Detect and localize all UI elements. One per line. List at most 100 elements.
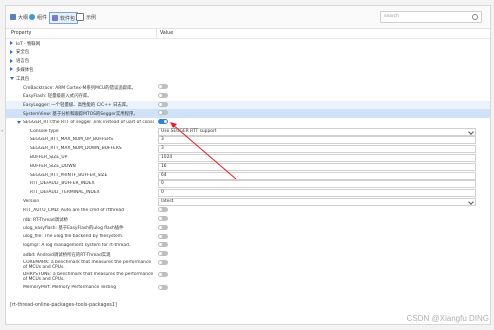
property-label: COREMARK: a benchmark that measures the … [23, 259, 152, 270]
property-row[interactable]: RTT_AUTO_CMD: Auto are the cmd of rtthre… [6, 206, 490, 214]
tab-label: 软件包 [60, 15, 76, 22]
value-input[interactable]: 0 [158, 180, 476, 189]
property-row[interactable]: Console type Use SEGGER RTT support [6, 127, 490, 136]
enable-toggle[interactable] [158, 119, 168, 125]
enable-toggle[interactable] [158, 233, 168, 239]
property-row[interactable]: SEGGER_RTT:the RTT of segger ,link inste… [6, 118, 490, 126]
tab-component[interactable]: 组件 [29, 12, 47, 22]
value-input[interactable]: 3 [158, 145, 476, 154]
property-label: 语言包 [16, 59, 30, 65]
value-text: Use SEGGER RTT support [161, 128, 217, 134]
value-text: 0 [161, 181, 164, 187]
property-label: RTT_AUTO_CMD: Auto are the cmd of rtthre… [23, 207, 124, 213]
property-row[interactable]: EasyFlash: 轻量级嵌入式闪存库。 [6, 92, 490, 100]
property-row[interactable]: RTT_DEFAULT_BUFFER_INDEX 0 [6, 180, 490, 189]
property-label: 工具包 [16, 76, 30, 82]
property-row[interactable]: SystemView: 基于分析和跟踪MTOS的Segger实用程序。 [6, 109, 490, 118]
property-row[interactable]: 语言包 [6, 57, 490, 65]
value-text: 1024 [161, 154, 173, 160]
enable-toggle[interactable] [158, 260, 168, 265]
enable-toggle[interactable] [158, 207, 168, 213]
property-row[interactable]: DHRYSTONE: a benchmark that measures the… [6, 271, 490, 283]
value-column-header: Value [160, 31, 174, 36]
property-label: logmgr: A log management system for rt-t… [23, 242, 131, 248]
property-label: RTT_DEFAULT_TERMINAL_INDEX [30, 190, 100, 196]
enable-toggle[interactable] [158, 216, 168, 221]
enable-toggle[interactable] [158, 251, 168, 257]
property-row[interactable]: RTT_DEFAULT_TERMINAL_INDEX 0 [6, 189, 490, 198]
tab-outline[interactable]: 大纲 [10, 12, 28, 22]
tab-label: 示例 [86, 14, 97, 21]
example-icon [76, 13, 84, 21]
expand-right-icon[interactable] [10, 41, 13, 45]
property-row[interactable]: SEGGER_RTT_MAX_NUM_DOWN_BUFFERS 3 [6, 145, 490, 154]
value-input[interactable]: 64 [158, 171, 476, 180]
property-label: SystemView: 基于分析和跟踪MTOS的Segger实用程序。 [23, 111, 138, 117]
property-label: SEGGER_RTT_PRINTF_BUFFER_SIZE [30, 172, 108, 178]
property-label: SEGGER_RTT_MAX_NUM_UP_BUFFERS [30, 137, 114, 143]
property-row[interactable]: logmgr: A log management system for rt-t… [6, 241, 490, 249]
value-input[interactable]: 1024 [158, 153, 476, 162]
property-label: Version [23, 198, 40, 204]
enable-toggle[interactable] [158, 101, 168, 107]
collapse-splitter-icon[interactable]: « [1, 128, 3, 133]
property-label: 安全包 [16, 50, 30, 56]
value-select[interactable]: latest [158, 197, 476, 206]
property-row[interactable]: SEGGER_RTT_MAX_NUM_UP_BUFFERS 3 [6, 136, 490, 145]
value-input[interactable]: 3 [158, 136, 476, 145]
property-row[interactable]: SEGGER_RTT_PRINTF_BUFFER_SIZE 64 [6, 171, 490, 180]
property-label: 多媒体包 [16, 67, 34, 73]
expand-right-icon[interactable] [10, 49, 13, 54]
enable-toggle[interactable] [158, 272, 168, 278]
property-row[interactable]: adbd: Android调试桥所在的RT-Thread实现 [6, 250, 490, 258]
property-row[interactable]: Version latest [6, 197, 490, 206]
property-label: ulog_easyflash: 基于EasyFlash的ulog flash插件 [23, 226, 124, 232]
expand-down-icon[interactable] [17, 121, 21, 125]
property-column-header: Property [11, 31, 32, 36]
tab-label: 大纲 [18, 14, 29, 21]
property-row[interactable]: 多媒体包 [6, 65, 490, 73]
enable-toggle[interactable] [158, 84, 168, 89]
chevron-down-icon [468, 199, 474, 205]
property-row[interactable]: 安全包 [6, 48, 490, 56]
search-placeholder: search [384, 14, 399, 19]
value-input[interactable]: 16 [158, 162, 476, 171]
property-row[interactable]: COREMARK: a benchmark that measures the … [6, 259, 490, 271]
value-input[interactable]: 0 [158, 189, 476, 198]
property-row[interactable]: BUFFER_SIZE_UP 1024 [6, 153, 490, 162]
expand-right-icon[interactable] [10, 67, 13, 72]
tab-label: 组件 [37, 14, 48, 21]
column-divider[interactable] [156, 29, 157, 38]
property-row[interactable]: BUFFER_SIZE_DOWN 16 [6, 162, 490, 171]
expand-down-icon[interactable] [10, 77, 14, 81]
property-row[interactable]: rdb: RT-Thread调试桥 [6, 215, 490, 223]
value-text: 3 [161, 146, 164, 152]
search-icon [472, 14, 478, 20]
property-row[interactable]: CmBacktrace: ARM Cortex-M系列MCU的错误追踪库。 [6, 83, 490, 91]
property-row[interactable]: MemoryPerf: Memory Performance Testing [6, 284, 490, 292]
enable-toggle[interactable] [158, 92, 168, 98]
value-select[interactable]: Use SEGGER RTT support [158, 127, 476, 136]
toolbar: 大纲 组件 软件包 示例 search [6, 6, 490, 29]
search-input[interactable]: search [380, 11, 482, 23]
property-label: RTT_DEFAULT_BUFFER_INDEX [30, 181, 95, 187]
value-text: latest [161, 198, 174, 204]
property-label: CmBacktrace: ARM Cortex-M系列MCU的错误追踪库。 [23, 85, 136, 91]
enable-toggle[interactable] [158, 110, 168, 116]
property-row[interactable]: IoT - 物联网 [6, 39, 490, 47]
enable-toggle[interactable] [158, 284, 168, 290]
property-label: BUFFER_SIZE_UP [30, 154, 68, 160]
enable-toggle[interactable] [158, 242, 168, 248]
enable-toggle[interactable] [158, 224, 168, 230]
expand-right-icon[interactable] [10, 58, 13, 63]
property-row[interactable]: ulog_file: The ulog file backend by file… [6, 233, 490, 241]
property-row[interactable]: ulog_easyflash: 基于EasyFlash的ulog flash插件 [6, 224, 490, 232]
tab-packages[interactable]: 软件包 [49, 12, 79, 24]
property-label: Console type [30, 128, 59, 134]
property-label: SEGGER_RTT:the RTT of segger ,link inste… [23, 119, 154, 125]
property-row[interactable]: EasyLogger: 一个轻量级、高性能的 C/C++ 日志库。 [6, 100, 490, 109]
table-header: Property Value [6, 29, 490, 39]
property-label: adbd: Android调试桥所在的RT-Thread实现 [23, 252, 111, 258]
tab-examples[interactable]: 示例 [76, 12, 96, 22]
property-row[interactable]: 工具包 [6, 74, 490, 82]
